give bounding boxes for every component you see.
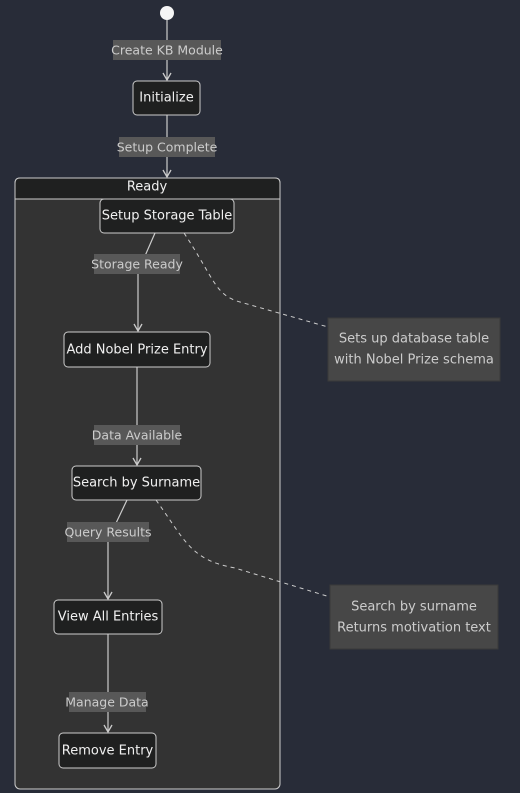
state-initialize[interactable]: Initialize (132, 80, 201, 116)
composite-title: Ready (127, 180, 168, 195)
svg-text:Data Available: Data Available (92, 428, 183, 443)
svg-text:Remove Entry: Remove Entry (62, 744, 154, 759)
svg-text:View All Entries: View All Entries (58, 610, 159, 625)
svg-text:Sets up database table: Sets up database table (339, 332, 489, 347)
svg-text:Setup Storage Table: Setup Storage Table (102, 209, 233, 224)
edge-label-data-available: Data Available (92, 425, 183, 445)
svg-text:Storage Ready: Storage Ready (91, 257, 183, 272)
svg-text:Returns motivation text: Returns motivation text (337, 621, 491, 636)
state-setup-storage-table[interactable]: Setup Storage Table (99, 198, 235, 234)
svg-text:Setup Complete: Setup Complete (117, 140, 218, 155)
note-search: Search by surname Returns motivation tex… (329, 584, 499, 650)
edge-label-storage-ready: Storage Ready (91, 254, 183, 274)
edge-label-setup-complete: Setup Complete (117, 137, 218, 157)
svg-text:Add Nobel Prize Entry: Add Nobel Prize Entry (66, 343, 207, 358)
svg-text:Search by Surname: Search by Surname (73, 476, 200, 491)
edge-label-query-results: Query Results (64, 522, 152, 542)
state-diagram: Ready Create KB Module Setup Complete St… (14, 6, 501, 790)
start-state[interactable] (160, 6, 174, 20)
edge-label-create-kb: Create KB Module (111, 40, 223, 60)
state-search-by-surname[interactable]: Search by Surname (71, 465, 202, 501)
state-add-nobel-prize-entry[interactable]: Add Nobel Prize Entry (63, 331, 211, 368)
svg-text:with Nobel Prize schema: with Nobel Prize schema (334, 353, 494, 368)
state-view-all-entries[interactable]: View All Entries (53, 599, 163, 635)
svg-text:Initialize: Initialize (139, 91, 193, 106)
note-storage: Sets up database table with Nobel Prize … (327, 317, 501, 382)
svg-text:Query Results: Query Results (64, 525, 151, 540)
svg-text:Manage Data: Manage Data (65, 695, 148, 710)
state-remove-entry[interactable]: Remove Entry (58, 732, 157, 769)
edge-label-manage-data: Manage Data (65, 692, 149, 712)
svg-text:Search by surname: Search by surname (351, 600, 477, 615)
svg-text:Create KB Module: Create KB Module (111, 43, 223, 58)
